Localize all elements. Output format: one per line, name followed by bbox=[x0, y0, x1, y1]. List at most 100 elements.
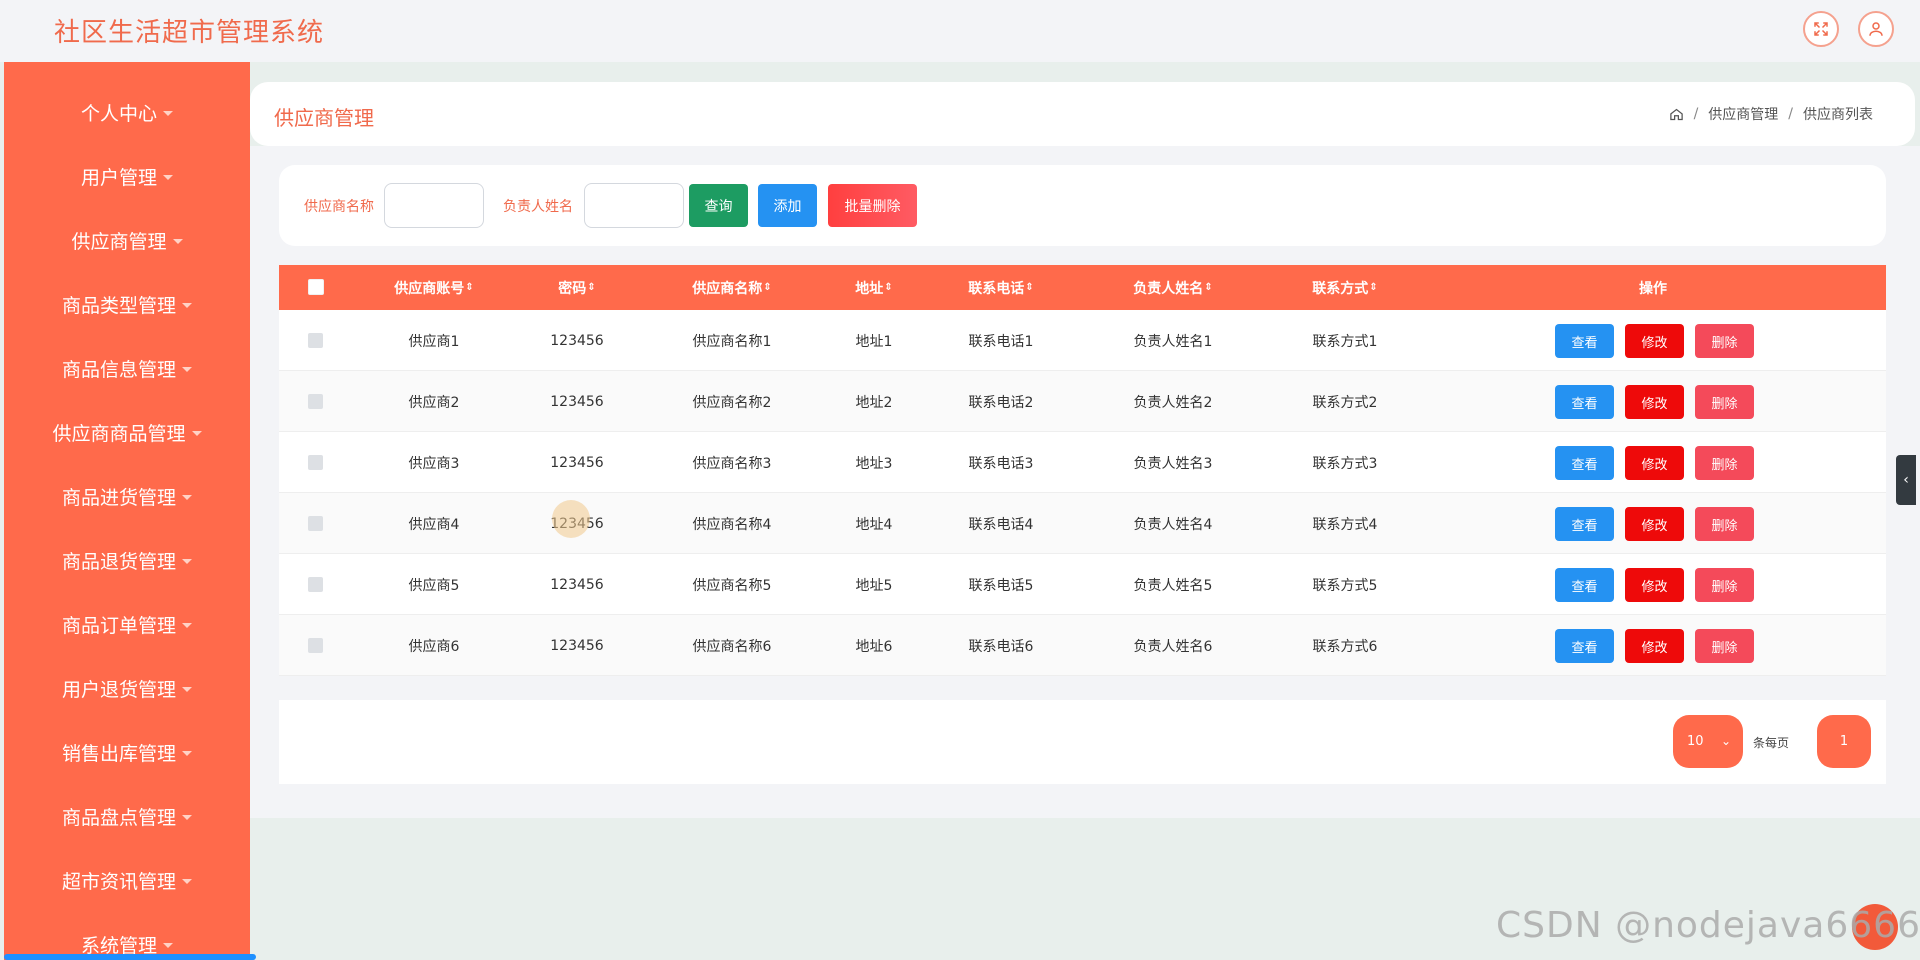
edit-button[interactable]: 修改 bbox=[1625, 629, 1684, 663]
sidebar-item-personal-center[interactable]: 个人中心 bbox=[4, 92, 250, 132]
page-number-button[interactable]: 1 bbox=[1817, 715, 1871, 768]
chevron-down-icon bbox=[182, 878, 192, 884]
view-button[interactable]: 查看 bbox=[1555, 324, 1614, 358]
edit-button[interactable]: 修改 bbox=[1625, 446, 1684, 480]
col-header-method[interactable]: 联系方式 ⇕ bbox=[1312, 265, 1377, 310]
cell-password: 123456 bbox=[550, 393, 604, 410]
col-header-label: 联系方式 bbox=[1312, 280, 1369, 297]
sidebar-item-supplier-products[interactable]: 供应商商品管理 bbox=[4, 412, 250, 452]
edit-button[interactable]: 修改 bbox=[1625, 507, 1684, 541]
cell-account: 供应商2 bbox=[408, 394, 460, 411]
chevron-down-icon bbox=[172, 238, 183, 244]
row-checkbox[interactable] bbox=[308, 455, 323, 470]
view-button[interactable]: 查看 bbox=[1555, 629, 1614, 663]
sidebar-item-label: 供应商管理 bbox=[71, 230, 167, 253]
edit-button[interactable]: 修改 bbox=[1625, 568, 1684, 602]
contact-name-input[interactable] bbox=[584, 183, 684, 228]
cell-method: 联系方式1 bbox=[1312, 333, 1378, 350]
col-header-name[interactable]: 供应商名称 ⇕ bbox=[692, 265, 771, 310]
cell-address: 地址3 bbox=[855, 455, 893, 472]
home-icon[interactable] bbox=[1669, 107, 1684, 122]
page-size-select[interactable]: 10 ⌄ bbox=[1673, 715, 1743, 768]
sidebar-item-users[interactable]: 用户管理 bbox=[4, 156, 250, 196]
bulk-delete-button[interactable]: 批量删除 bbox=[828, 184, 917, 227]
col-header-contact[interactable]: 负责人姓名 ⇕ bbox=[1133, 265, 1212, 310]
view-button[interactable]: 查看 bbox=[1555, 385, 1614, 419]
col-header-password[interactable]: 密码 ⇕ bbox=[558, 265, 595, 310]
delete-button[interactable]: 删除 bbox=[1695, 507, 1754, 541]
delete-button[interactable]: 删除 bbox=[1695, 568, 1754, 602]
sidebar-item-label: 个人中心 bbox=[80, 102, 157, 125]
sidebar-item-product-types[interactable]: 商品类型管理 bbox=[4, 284, 250, 324]
cell-address: 地址6 bbox=[855, 638, 893, 655]
view-button[interactable]: 查看 bbox=[1555, 446, 1614, 480]
sidebar-item-suppliers[interactable]: 供应商管理 bbox=[4, 220, 250, 260]
row-checkbox[interactable] bbox=[308, 333, 323, 348]
sidebar-item-purchasing[interactable]: 商品进货管理 bbox=[4, 476, 250, 516]
chevron-down-icon bbox=[182, 750, 192, 756]
cell-name: 供应商名称3 bbox=[692, 455, 772, 472]
chevron-left-icon: ‹ bbox=[1903, 472, 1909, 488]
cell-account: 供应商3 bbox=[408, 455, 460, 472]
delete-button[interactable]: 删除 bbox=[1695, 324, 1754, 358]
col-header-account[interactable]: 供应商账号 ⇕ bbox=[394, 265, 473, 310]
sidebar-item-inventory[interactable]: 商品盘点管理 bbox=[4, 796, 250, 836]
table-row: 供应商5 123456 供应商名称5 地址5 联系电话5 负责人姓名5 联系方式… bbox=[279, 554, 1886, 615]
cell-contact: 负责人姓名2 bbox=[1133, 394, 1213, 411]
sidebar-item-news[interactable]: 超市资讯管理 bbox=[4, 860, 250, 900]
cell-account: 供应商5 bbox=[408, 577, 460, 594]
col-header-address[interactable]: 地址 ⇕ bbox=[855, 265, 892, 310]
cell-phone: 联系电话4 bbox=[968, 516, 1034, 533]
sidebar-item-sales-outbound[interactable]: 销售出库管理 bbox=[4, 732, 250, 772]
sidebar-item-user-returns[interactable]: 用户退货管理 bbox=[4, 668, 250, 708]
edit-button[interactable]: 修改 bbox=[1625, 385, 1684, 419]
sidebar-scrollbar[interactable] bbox=[4, 954, 256, 960]
query-button[interactable]: 查询 bbox=[689, 184, 748, 227]
chevron-down-icon bbox=[182, 622, 192, 628]
view-button[interactable]: 查看 bbox=[1555, 507, 1614, 541]
sidebar-item-label: 商品信息管理 bbox=[61, 358, 176, 381]
delete-button[interactable]: 删除 bbox=[1695, 446, 1754, 480]
row-checkbox[interactable] bbox=[308, 394, 323, 409]
cell-method: 联系方式5 bbox=[1312, 577, 1378, 594]
chevron-down-icon bbox=[163, 110, 173, 116]
per-page-label: 条每页 bbox=[1753, 736, 1790, 750]
cell-address: 地址2 bbox=[855, 394, 893, 411]
sidebar-item-orders[interactable]: 商品订单管理 bbox=[4, 604, 250, 644]
sort-icon: ⇕ bbox=[465, 282, 474, 293]
cell-method: 联系方式2 bbox=[1312, 394, 1378, 411]
table-row: 供应商3 123456 供应商名称3 地址3 联系电话3 负责人姓名3 联系方式… bbox=[279, 432, 1886, 493]
cell-phone: 联系电话3 bbox=[968, 455, 1034, 472]
sidebar-item-label: 商品退货管理 bbox=[61, 550, 176, 573]
row-checkbox[interactable] bbox=[308, 638, 323, 653]
sidebar-item-label: 用户退货管理 bbox=[61, 678, 176, 701]
col-header-phone[interactable]: 联系电话 ⇕ bbox=[968, 265, 1033, 310]
sidebar-item-product-returns[interactable]: 商品退货管理 bbox=[4, 540, 250, 580]
cell-address: 地址5 bbox=[855, 577, 893, 594]
row-checkbox[interactable] bbox=[308, 577, 323, 592]
table-row: 供应商2 123456 供应商名称2 地址2 联系电话2 负责人姓名2 联系方式… bbox=[279, 371, 1886, 432]
delete-button[interactable]: 删除 bbox=[1695, 629, 1754, 663]
user-menu-button[interactable] bbox=[1858, 11, 1894, 47]
chevron-down-icon bbox=[191, 430, 202, 436]
table-row: 供应商6 123456 供应商名称6 地址6 联系电话6 负责人姓名6 联系方式… bbox=[279, 615, 1886, 676]
panel-toggle-button[interactable]: ‹ bbox=[1896, 455, 1916, 505]
delete-button[interactable]: 删除 bbox=[1695, 385, 1754, 419]
supplier-table: 供应商账号 ⇕ 密码 ⇕ 供应商名称 ⇕ 地址 ⇕ 联系电话 ⇕ 负责人姓名 ⇕ 联系方式 ⇕… bbox=[279, 265, 1886, 676]
supplier-name-input[interactable] bbox=[384, 183, 484, 228]
page-title: 供应商管理 bbox=[274, 106, 374, 130]
edit-button[interactable]: 修改 bbox=[1625, 324, 1684, 358]
breadcrumb-item[interactable]: 供应商管理 bbox=[1708, 104, 1778, 124]
row-checkbox[interactable] bbox=[308, 516, 323, 531]
cell-account: 供应商1 bbox=[408, 333, 460, 350]
fullscreen-button[interactable] bbox=[1803, 11, 1839, 47]
select-all-checkbox[interactable] bbox=[308, 279, 324, 295]
sidebar-item-product-info[interactable]: 商品信息管理 bbox=[4, 348, 250, 388]
view-button[interactable]: 查看 bbox=[1555, 568, 1614, 602]
chevron-down-icon bbox=[182, 814, 192, 820]
cell-password: 123456 bbox=[550, 332, 604, 349]
cell-name: 供应商名称5 bbox=[692, 577, 772, 594]
sidebar-item-label: 供应商商品管理 bbox=[52, 422, 186, 445]
add-button[interactable]: 添加 bbox=[758, 184, 817, 227]
cell-phone: 联系电话2 bbox=[968, 394, 1034, 411]
